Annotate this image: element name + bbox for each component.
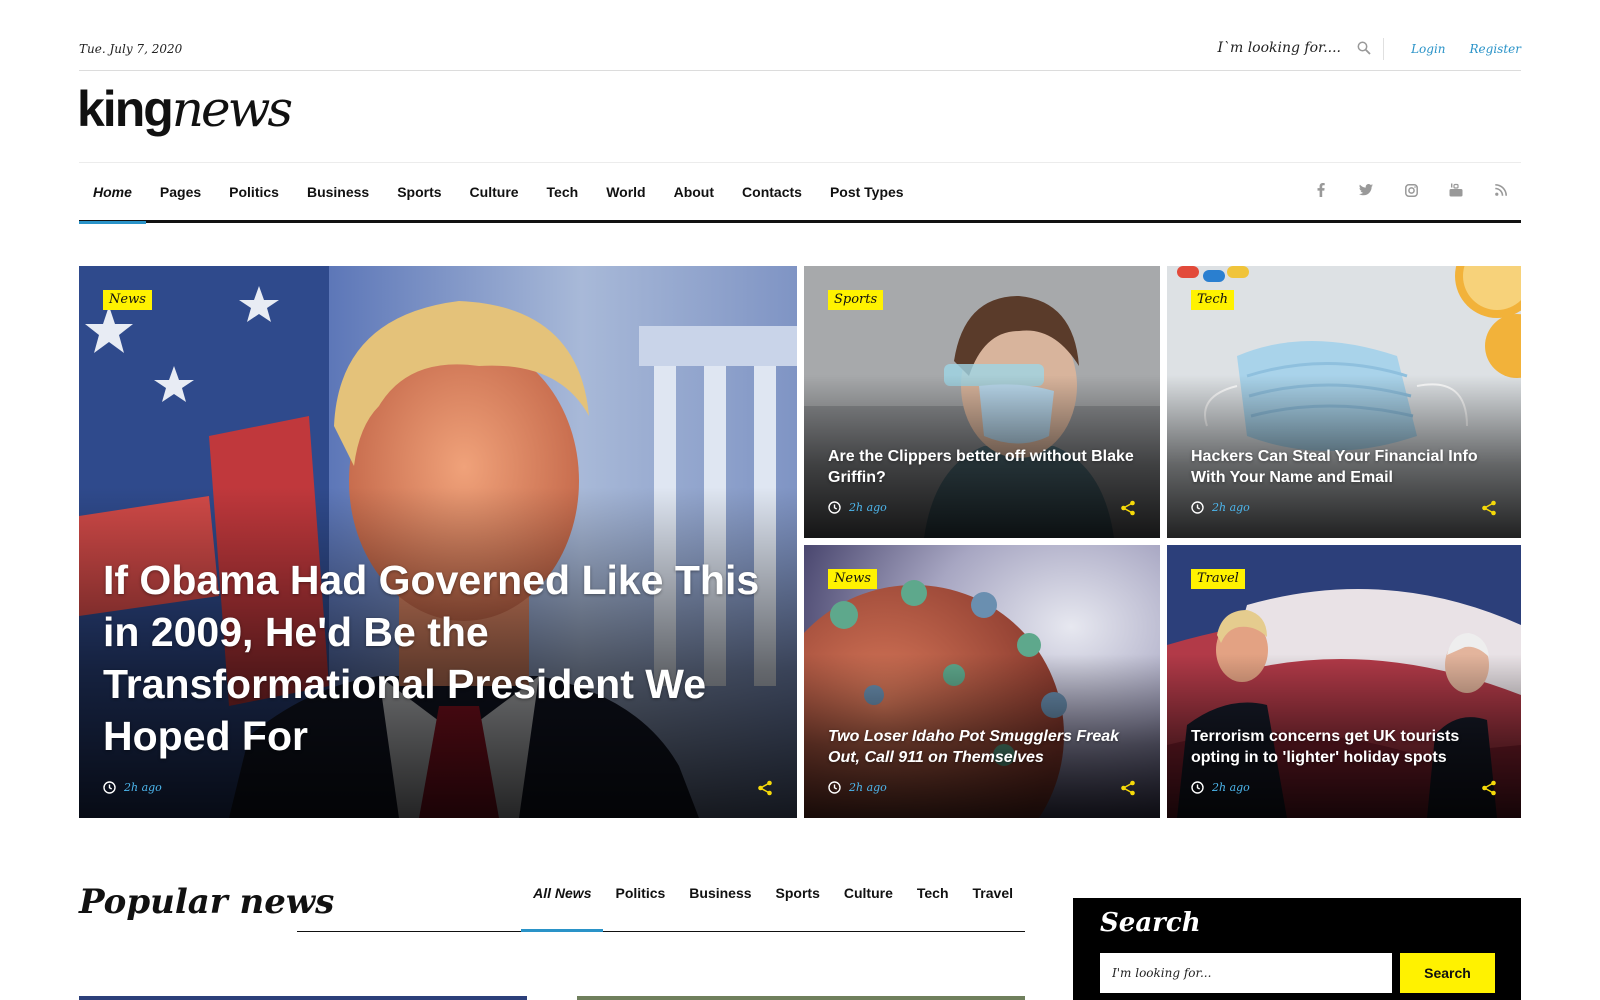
clock-icon bbox=[1191, 781, 1204, 794]
tab-travel[interactable]: Travel bbox=[961, 880, 1025, 932]
nav-item-home[interactable]: Home bbox=[79, 163, 146, 224]
facebook-icon[interactable] bbox=[1313, 182, 1329, 198]
nav-item-sports[interactable]: Sports bbox=[383, 163, 455, 221]
article-meta: 2h ago bbox=[828, 781, 887, 794]
category-tabs: All News Politics Business Sports Cultur… bbox=[521, 880, 1025, 932]
article-title[interactable]: Terrorism concerns get UK tourists optin… bbox=[1191, 726, 1497, 768]
section-title: Popular news bbox=[79, 882, 335, 922]
article-card[interactable]: Tech Hackers Can Steal Your Financial In… bbox=[1167, 266, 1521, 538]
article-thumbnail[interactable] bbox=[79, 996, 527, 1000]
tab-culture[interactable]: Culture bbox=[832, 880, 905, 932]
share-icon[interactable] bbox=[757, 780, 773, 796]
category-badge[interactable]: News bbox=[103, 290, 152, 310]
tab-business[interactable]: Business bbox=[677, 880, 763, 932]
article-title[interactable]: Hackers Can Steal Your Financial Info Wi… bbox=[1191, 446, 1497, 488]
article-title[interactable]: If Obama Had Governed Like This in 2009,… bbox=[103, 554, 761, 762]
clock-icon bbox=[1191, 501, 1204, 514]
search-widget: Search Search bbox=[1073, 898, 1521, 1000]
article-meta: 2h ago bbox=[1191, 781, 1250, 794]
rss-icon[interactable] bbox=[1493, 182, 1509, 198]
nav-item-pages[interactable]: Pages bbox=[146, 163, 215, 221]
nav-item-about[interactable]: About bbox=[660, 163, 728, 221]
article-card[interactable]: Travel Terrorism concerns get UK tourist… bbox=[1167, 545, 1521, 818]
share-icon[interactable] bbox=[1120, 500, 1136, 516]
article-title[interactable]: Two Loser Idaho Pot Smugglers Freak Out,… bbox=[828, 726, 1136, 768]
share-icon[interactable] bbox=[1481, 780, 1497, 796]
search-button[interactable]: Search bbox=[1400, 953, 1495, 993]
site-logo[interactable]: kingnews bbox=[77, 81, 293, 137]
article-title[interactable]: Are the Clippers better off without Blak… bbox=[828, 446, 1136, 488]
nav-item-world[interactable]: World bbox=[592, 163, 659, 221]
nav-item-business[interactable]: Business bbox=[293, 163, 383, 221]
top-search bbox=[1181, 40, 1371, 56]
nav-item-politics[interactable]: Politics bbox=[215, 163, 293, 221]
search-input[interactable] bbox=[1100, 953, 1392, 993]
login-link[interactable]: Login bbox=[1411, 42, 1445, 56]
popular-news-header: Popular news All News Politics Business … bbox=[79, 880, 1025, 932]
featured-article[interactable]: News If Obama Had Governed Like This in … bbox=[79, 266, 797, 818]
category-badge[interactable]: Sports bbox=[828, 290, 884, 310]
nav-item-contacts[interactable]: Contacts bbox=[728, 163, 816, 221]
article-meta: 2h ago bbox=[828, 501, 887, 514]
logo-king: king bbox=[77, 81, 174, 137]
widget-title: Search bbox=[1100, 908, 1201, 938]
tab-politics[interactable]: Politics bbox=[603, 880, 677, 932]
youtube-icon[interactable] bbox=[1448, 182, 1464, 198]
article-card[interactable]: News Two Loser Idaho Pot Smugglers Freak… bbox=[804, 545, 1160, 818]
tab-sports[interactable]: Sports bbox=[764, 880, 832, 932]
auth-links: Login Register bbox=[1411, 42, 1521, 56]
share-icon[interactable] bbox=[1120, 780, 1136, 796]
article-meta: 2h ago bbox=[103, 781, 162, 794]
tab-all-news[interactable]: All News bbox=[521, 880, 604, 932]
top-divider bbox=[1383, 38, 1384, 60]
tab-tech[interactable]: Tech bbox=[905, 880, 961, 932]
top-search-input[interactable] bbox=[1181, 40, 1341, 56]
category-badge[interactable]: News bbox=[828, 569, 877, 589]
category-badge[interactable]: Tech bbox=[1191, 290, 1235, 310]
social-links bbox=[1313, 182, 1509, 198]
instagram-icon[interactable] bbox=[1403, 182, 1419, 198]
article-card[interactable]: Sports Are the Clippers better off witho… bbox=[804, 266, 1160, 538]
article-meta: 2h ago bbox=[1191, 501, 1250, 514]
search-icon[interactable] bbox=[1357, 41, 1371, 55]
share-icon[interactable] bbox=[1481, 500, 1497, 516]
article-time: 2h ago bbox=[124, 781, 162, 794]
register-link[interactable]: Register bbox=[1470, 42, 1521, 56]
main-nav: Home Pages Politics Business Sports Cult… bbox=[79, 162, 1521, 224]
article-time: 2h ago bbox=[849, 501, 887, 514]
clock-icon bbox=[828, 781, 841, 794]
article-time: 2h ago bbox=[849, 781, 887, 794]
clock-icon bbox=[828, 501, 841, 514]
article-time: 2h ago bbox=[1212, 501, 1250, 514]
logo-news: news bbox=[171, 80, 293, 138]
article-thumbnail[interactable] bbox=[577, 996, 1025, 1000]
nav-item-post-types[interactable]: Post Types bbox=[816, 163, 918, 221]
top-bar: Tue. July 7, 2020 Login Register bbox=[79, 30, 1521, 71]
clock-icon bbox=[103, 781, 116, 794]
twitter-icon[interactable] bbox=[1358, 182, 1374, 198]
nav-item-culture[interactable]: Culture bbox=[456, 163, 533, 221]
nav-menu: Home Pages Politics Business Sports Cult… bbox=[79, 163, 918, 224]
article-time: 2h ago bbox=[1212, 781, 1250, 794]
nav-item-tech[interactable]: Tech bbox=[533, 163, 593, 221]
current-date: Tue. July 7, 2020 bbox=[79, 42, 183, 56]
category-badge[interactable]: Travel bbox=[1191, 569, 1245, 589]
